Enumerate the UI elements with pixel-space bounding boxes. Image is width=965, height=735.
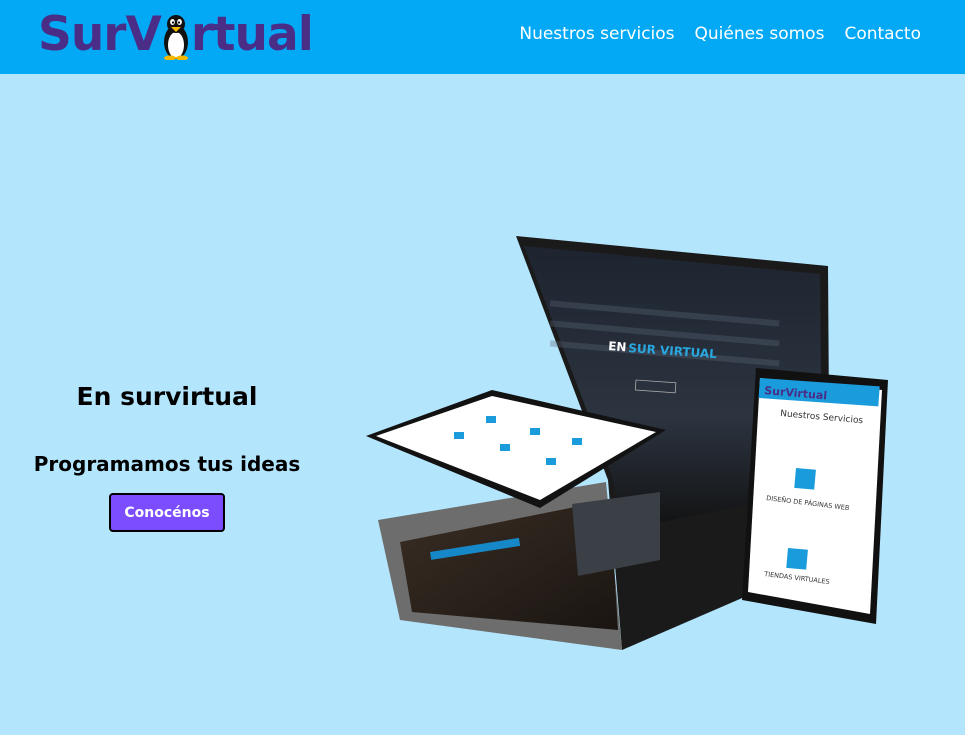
site-logo[interactable]: SurV rtual: [38, 4, 314, 64]
laptop-base: [378, 482, 660, 650]
penguin-icon: [163, 15, 188, 60]
laptop-heading-en: EN: [608, 339, 627, 354]
phone-mockup: SurVirtual Nuestros Servicios DISEÑO DE …: [742, 368, 888, 624]
conocenos-button[interactable]: Conocénos: [109, 493, 225, 532]
nav-link-contacto[interactable]: Contacto: [844, 24, 921, 44]
nav-link-quienes-somos[interactable]: Quiénes somos: [695, 24, 825, 44]
hero-title: En survirtual: [76, 382, 258, 411]
logo-text-left: SurV: [38, 6, 162, 62]
hero-subtitle: Programamos tus ideas: [33, 452, 301, 476]
navbar: SurV rtual Nuestros servicios Quiénes so…: [0, 0, 965, 74]
devices-mockup-image: EN SUR VIRTUAL SurVirtual Nuestros Servi…: [366, 236, 888, 650]
logo-text-right: rtual: [190, 6, 314, 62]
nav-link-servicios[interactable]: Nuestros servicios: [519, 24, 674, 44]
main-nav: Nuestros servicios Quiénes somos Contact…: [519, 24, 921, 44]
